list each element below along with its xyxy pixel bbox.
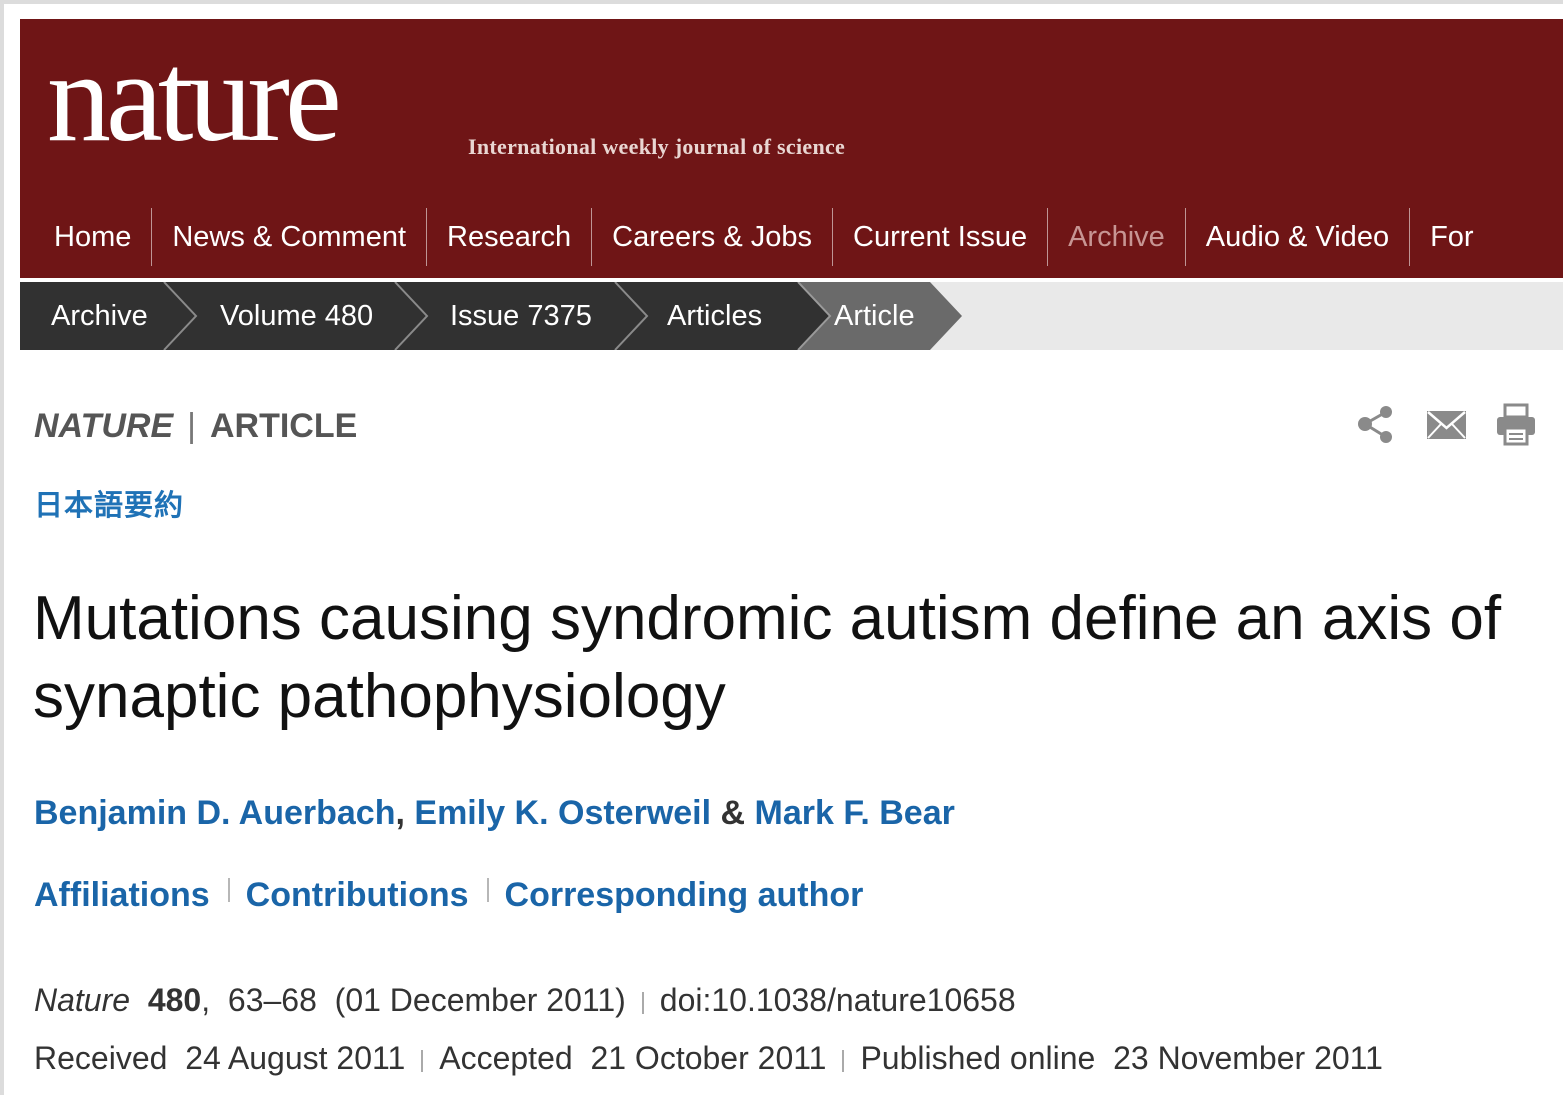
received-label: Received: [34, 1040, 168, 1076]
author-link[interactable]: Mark F. Bear: [755, 794, 955, 832]
kicker-separator: |: [187, 407, 196, 445]
citation: Nature 480, 63–68 (01 December 2011) doi:…: [34, 982, 1016, 1018]
nav-item-archive[interactable]: Archive: [1048, 208, 1186, 266]
author-list: Benjamin D. Auerbach, Emily K. Osterweil…: [34, 794, 955, 832]
nav-item-research[interactable]: Research: [427, 208, 593, 266]
nav-item-for[interactable]: For: [1410, 208, 1474, 266]
citation-volume: 480: [147, 982, 202, 1018]
japanese-summary-link[interactable]: 日本語要約: [34, 482, 184, 524]
masthead: nature International weekly journal of s…: [20, 19, 1563, 278]
breadcrumb: Archive Volume 480 Issue 7375 Articles A…: [20, 282, 1563, 350]
corresponding-author-link[interactable]: Corresponding author: [505, 876, 864, 915]
article-title: Mutations causing syndromic autism defin…: [33, 584, 1502, 731]
main-nav: Home News & Comment Research Careers & J…: [20, 208, 1474, 266]
accepted-label: Accepted: [439, 1040, 573, 1076]
date-divider: [421, 1049, 424, 1072]
breadcrumb-article: Article: [834, 300, 915, 332]
contributions-link[interactable]: Contributions: [246, 876, 469, 915]
author-link[interactable]: Benjamin D. Auerbach: [34, 794, 395, 832]
journal-name: NATURE: [34, 407, 174, 445]
nav-item-current-issue[interactable]: Current Issue: [833, 208, 1049, 266]
author-link[interactable]: Emily K. Osterweil: [414, 794, 711, 832]
citation-divider: [641, 991, 644, 1014]
breadcrumb-archive[interactable]: Archive: [51, 282, 148, 350]
author-info-links: Affiliations Contributions Corresponding…: [34, 876, 863, 915]
nav-item-careers-jobs[interactable]: Careers & Jobs: [592, 208, 834, 266]
nature-logo[interactable]: nature: [47, 33, 342, 161]
nav-item-audio-video[interactable]: Audio & Video: [1186, 208, 1411, 266]
window-frame-left: [0, 0, 4, 1095]
breadcrumb-volume[interactable]: Volume 480: [220, 282, 373, 350]
citation-doi: doi:10.1038/nature10658: [659, 982, 1016, 1018]
accepted-date: 21 October 2011: [590, 1040, 827, 1076]
date-divider: [842, 1049, 845, 1072]
breadcrumb-issue[interactable]: Issue 7375: [450, 282, 592, 350]
article-type: ARTICLE: [209, 407, 358, 445]
citation-journal: Nature: [34, 982, 131, 1018]
published-label: Published online: [860, 1040, 1096, 1076]
link-divider: [486, 877, 489, 902]
share-icon[interactable]: [1355, 402, 1399, 451]
email-icon[interactable]: [1426, 402, 1468, 451]
affiliations-link[interactable]: Affiliations: [34, 876, 210, 915]
link-divider: [227, 877, 230, 902]
citation-date: (01 December 2011): [334, 982, 626, 1018]
tagline: International weekly journal of science: [468, 134, 846, 159]
window-frame-top: [0, 0, 1563, 4]
citation-pages: 63–68: [227, 982, 317, 1018]
nav-item-home[interactable]: Home: [20, 208, 153, 266]
published-date: 23 November 2011: [1113, 1040, 1383, 1076]
article-kicker: NATURE | ARTICLE: [34, 407, 357, 446]
publication-dates: Received 24 August 2011 Accepted 21 Octob…: [34, 1040, 1383, 1077]
breadcrumb-articles[interactable]: Articles: [667, 282, 762, 350]
nav-item-news-comment[interactable]: News & Comment: [152, 208, 428, 266]
received-date: 24 August 2011: [185, 1040, 406, 1076]
print-icon[interactable]: [1495, 402, 1537, 453]
